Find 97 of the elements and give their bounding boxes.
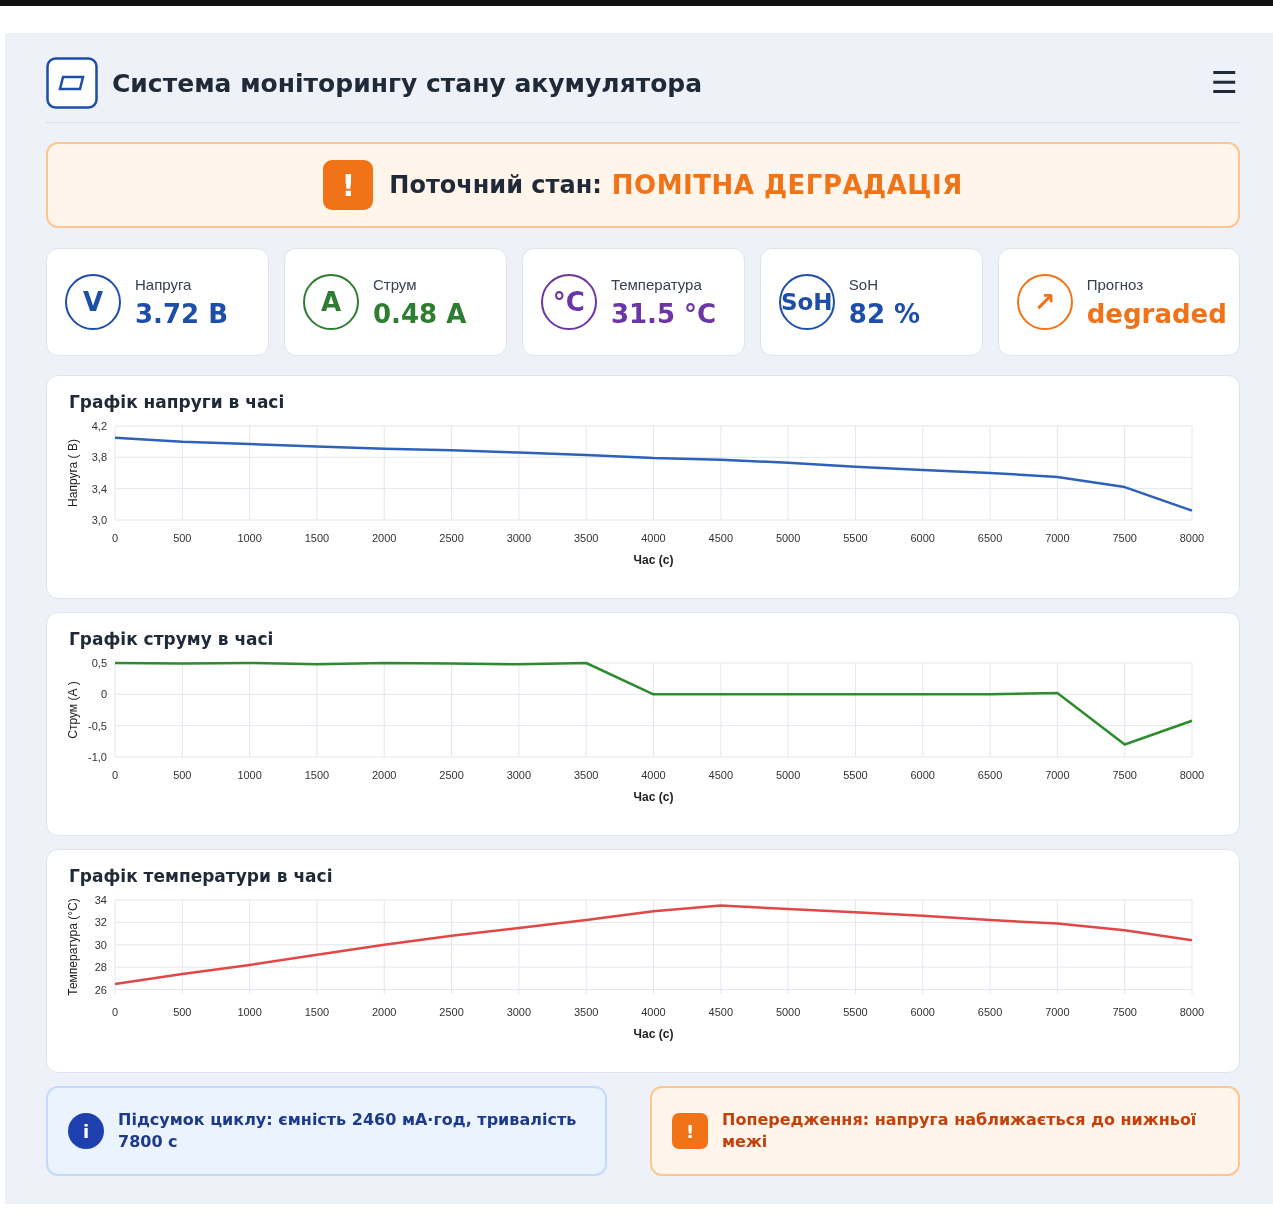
- x-axis-title: Час (с): [633, 553, 674, 567]
- y-tick-label: 26: [94, 983, 107, 996]
- x-tick-label: 3500: [573, 769, 599, 781]
- status-value: ПОМІТНА ДЕГРАДАЦІЯ: [611, 170, 963, 200]
- y-tick-label: 32: [94, 916, 107, 929]
- x-tick-label: 500: [173, 1006, 192, 1018]
- x-tick-label: 6500: [977, 1006, 1003, 1018]
- x-tick-label: 7000: [1045, 1006, 1070, 1018]
- x-tick-label: 2000: [372, 532, 397, 544]
- x-tick-label: 3500: [573, 1006, 599, 1018]
- x-tick-label: 3500: [573, 532, 599, 544]
- x-tick-label: 500: [173, 769, 192, 781]
- metric-value: degraded: [1086, 298, 1227, 329]
- metric-label: SoH: [848, 275, 879, 293]
- x-tick-label: 0: [111, 1006, 119, 1018]
- metric-label: Напруга: [135, 275, 193, 293]
- x-tick-label: 2000: [372, 769, 397, 781]
- x-axis-title: Час (с): [633, 1027, 674, 1041]
- x-tick-label: 5000: [775, 1006, 801, 1018]
- x-tick-label: 7500: [1112, 532, 1137, 544]
- x-tick-label: 1500: [304, 769, 330, 781]
- alert-text: Попередження: напруга наближається до нижньої межі: [722, 1108, 1198, 1153]
- x-tick-label: 7500: [1112, 1006, 1137, 1018]
- chart-title: Графік температури в часі: [69, 866, 334, 886]
- y-axis-title: Температура (°С): [66, 898, 80, 996]
- x-tick-label: 8000: [1179, 1006, 1205, 1018]
- metric-icon: SoH: [778, 274, 835, 330]
- y-tick-label: 30: [94, 938, 107, 951]
- metric-label: Струм: [372, 275, 418, 293]
- x-tick-label: 4000: [641, 1006, 666, 1018]
- x-axis-title: Час (с): [633, 790, 674, 804]
- x-tick-label: 6000: [910, 532, 935, 544]
- x-tick-label: 2500: [439, 1006, 464, 1018]
- x-tick-label: 1000: [237, 769, 262, 781]
- alert-text: Підсумок циклу: ємність 2460 мА·год, тривалість 7800 с: [118, 1108, 578, 1153]
- x-tick-label: 500: [173, 532, 192, 544]
- x-tick-label: 3000: [506, 769, 532, 781]
- x-tick-label: 6500: [977, 769, 1003, 781]
- y-tick-label: 0,5: [91, 657, 107, 669]
- x-tick-label: 5500: [843, 1006, 868, 1018]
- y-axis-title: Струм (А ): [66, 681, 80, 739]
- x-tick-label: 6000: [910, 769, 935, 781]
- y-tick-label: 34: [94, 894, 107, 906]
- y-tick-label: 3,0: [91, 514, 107, 526]
- y-axis-title: Напруга ( В): [66, 439, 80, 507]
- chart-title: Графік струму в часі: [69, 629, 275, 649]
- x-tick-label: 8000: [1179, 769, 1205, 781]
- x-tick-label: 2500: [439, 532, 464, 544]
- metric-icon: °C: [540, 274, 597, 330]
- y-tick-label: 0: [100, 688, 107, 701]
- x-tick-label: 6000: [910, 1006, 935, 1018]
- y-tick-label: 4,2: [91, 420, 107, 432]
- x-tick-label: 0: [111, 769, 119, 781]
- x-tick-label: 5500: [843, 769, 868, 781]
- x-tick-label: 7000: [1045, 532, 1070, 544]
- x-tick-label: 4000: [641, 532, 666, 544]
- metric-value: 0.48 A: [372, 298, 467, 329]
- y-tick-label: 3,8: [91, 451, 107, 464]
- y-tick-label: 28: [94, 961, 107, 974]
- metric-label: Прогноз: [1086, 275, 1145, 293]
- x-tick-label: 4500: [708, 1006, 734, 1018]
- x-tick-label: 2500: [439, 769, 464, 781]
- x-tick-label: 1000: [237, 1006, 262, 1018]
- metric-value: 31.5 °C: [610, 298, 717, 329]
- metric-value: 82 %: [848, 298, 921, 329]
- x-tick-label: 0: [111, 532, 119, 544]
- x-tick-label: 5000: [775, 769, 801, 781]
- metric-icon: A: [302, 274, 359, 330]
- x-tick-label: 4500: [708, 769, 734, 781]
- x-tick-label: 5500: [843, 532, 868, 544]
- x-tick-label: 6500: [977, 532, 1003, 544]
- page-title: Система моніторингу стану акумулятора: [112, 68, 703, 98]
- chart-title: Графік напруги в часі: [69, 392, 286, 412]
- x-tick-label: 1500: [304, 1006, 330, 1018]
- y-tick-label: 3,4: [91, 482, 107, 495]
- alert-icon: i: [68, 1113, 104, 1149]
- alert-icon: !: [672, 1113, 708, 1149]
- x-tick-label: 8000: [1179, 532, 1205, 544]
- y-tick-label: -0,5: [88, 719, 107, 732]
- metric-icon: V: [65, 274, 121, 330]
- x-tick-label: 4500: [708, 532, 734, 544]
- metric-label: Температура: [610, 275, 703, 293]
- x-tick-label: 3000: [506, 532, 532, 544]
- metric-value: 3.72 В: [135, 298, 229, 329]
- x-tick-label: 5000: [775, 532, 801, 544]
- x-tick-label: 4000: [641, 769, 666, 781]
- x-tick-label: 7500: [1112, 769, 1137, 781]
- x-tick-label: 7000: [1045, 769, 1070, 781]
- metric-icon: ↗: [1016, 274, 1073, 330]
- x-tick-label: 1000: [237, 532, 262, 544]
- battery-icon: [46, 57, 98, 109]
- status-label: Поточний стан:: [389, 171, 602, 199]
- x-tick-label: 1500: [304, 532, 330, 544]
- x-tick-label: 3000: [506, 1006, 532, 1018]
- y-tick-label: -1,0: [88, 751, 107, 763]
- x-tick-label: 2000: [372, 1006, 397, 1018]
- warning-icon: !: [323, 160, 374, 210]
